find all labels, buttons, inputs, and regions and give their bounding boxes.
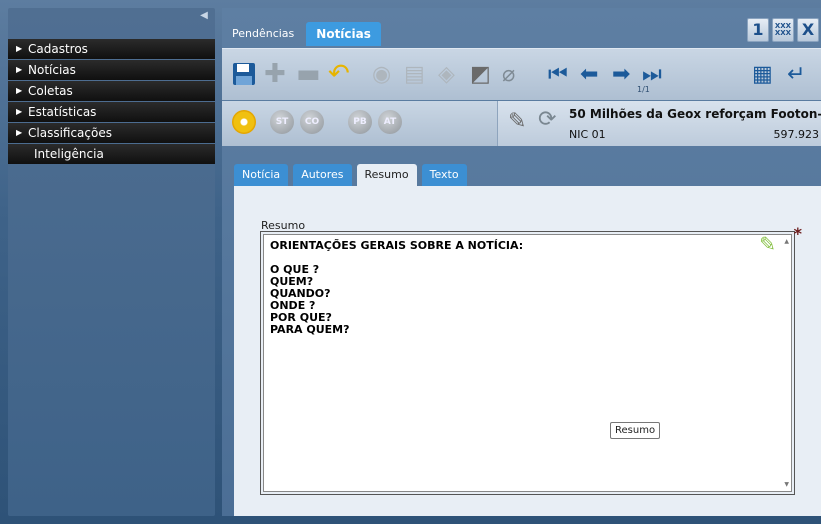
save-icon[interactable]	[232, 59, 256, 89]
sidebar-item-noticias[interactable]: ▶ Notícias	[8, 60, 215, 80]
refresh-icon[interactable]: ⟳	[538, 107, 556, 132]
grid-icon[interactable]: ▦	[752, 59, 773, 89]
chevron-right-icon: ▶	[16, 44, 23, 53]
chevron-right-icon: ▶	[16, 128, 23, 137]
sidebar-item-classificacoes[interactable]: ▶ Classificações	[8, 123, 215, 143]
sidebar-item-label: Classificações	[28, 126, 112, 140]
tab-pendencias[interactable]: Pendências	[222, 22, 304, 46]
scroll-up-arrow-icon[interactable]: ▲	[784, 238, 789, 245]
record-code: NIC 01	[569, 128, 606, 141]
sidebar-item-label: Coletas	[28, 84, 73, 98]
chevron-right-icon: ▶	[16, 107, 23, 116]
chevron-right-icon: ▶	[16, 65, 23, 74]
resumo-tooltip: Resumo	[610, 422, 661, 439]
tab-noticias[interactable]: Notícias	[306, 22, 381, 46]
resumo-panel: Resumo ORIENTAÇÕES GERAIS SOBRE A NOTÍCI…	[234, 186, 821, 516]
return-icon[interactable]: ↵	[787, 59, 805, 89]
remove-icon[interactable]: ▬	[296, 59, 321, 89]
note-icon[interactable]: ◈	[438, 59, 455, 89]
record-info-panel: ✎ ⟳ 50 Milhões da Geox reforçam Footon-S…	[497, 101, 821, 146]
main-panel: Pendências Notícias 1 XXX XXX X ✚ ▬ ↶ ◉ …	[222, 8, 821, 516]
required-asterisk-icon: *	[793, 224, 802, 243]
undo-icon[interactable]: ↶	[328, 59, 350, 89]
next-icon[interactable]: ➡	[612, 59, 630, 89]
collapse-sidebar-icon[interactable]: ◀	[197, 10, 211, 22]
tab-texto[interactable]: Texto	[421, 164, 467, 186]
chevron-right-icon: ▶	[16, 86, 23, 95]
resumo-textarea[interactable]: ORIENTAÇÕES GERAIS SOBRE A NOTÍCIA: O QU…	[260, 224, 802, 495]
page-indicator: 1/1	[637, 85, 650, 94]
one-button[interactable]: 1	[747, 18, 769, 42]
tab-resumo[interactable]: Resumo	[356, 164, 417, 186]
close-button[interactable]: X	[797, 18, 819, 42]
first-icon[interactable]: ⏮	[548, 59, 568, 89]
sidebar-item-estatisticas[interactable]: ▶ Estatísticas	[8, 102, 215, 122]
spellcheck-icon[interactable]: ▤	[404, 59, 425, 89]
edit-note-icon[interactable]: ✎	[759, 232, 776, 256]
sidebar-item-label: Inteligência	[34, 147, 104, 161]
sidebar-item-coletas[interactable]: ▶ Coletas	[8, 81, 215, 101]
sidebar-item-label: Estatísticas	[28, 105, 97, 119]
co-button[interactable]: CO	[300, 110, 324, 134]
export-icon[interactable]: ◩	[470, 59, 491, 89]
attach-icon[interactable]: ⌀	[502, 59, 515, 89]
record-title: 50 Milhões da Geox reforçam Footon-Serve…	[569, 107, 821, 121]
prev-icon[interactable]: ⬅	[580, 59, 598, 89]
tab-autores[interactable]: Autores	[293, 164, 352, 186]
st-button[interactable]: ST	[270, 110, 294, 134]
cd-icon[interactable]	[232, 110, 256, 134]
sidebar-item-label: Notícias	[28, 63, 76, 77]
status-toolbar: ST CO PB AT	[222, 101, 497, 146]
sidebar-menu: ▶ Cadastros ▶ Notícias ▶ Coletas ▶ Estat…	[8, 39, 215, 165]
record-number: 597.923	[773, 128, 820, 141]
sidebar-item-inteligencia[interactable]: Inteligência	[8, 144, 215, 164]
sidebar-item-label: Cadastros	[28, 42, 88, 56]
sidebar: ◀ ▶ Cadastros ▶ Notícias ▶ Coletas ▶ Est…	[8, 8, 215, 516]
top-tabs: Pendências Notícias	[222, 22, 383, 46]
tab-noticia[interactable]: Notícia	[234, 164, 289, 186]
pencil-icon[interactable]: ✎	[508, 109, 526, 134]
window-buttons: 1 XXX XXX X	[747, 18, 819, 42]
sub-tabs: Notícia Autores Resumo Texto	[234, 164, 467, 186]
preview-icon[interactable]: ◉	[372, 59, 391, 89]
scroll-down-arrow-icon[interactable]: ▼	[784, 481, 789, 488]
xxx-button[interactable]: XXX XXX	[772, 18, 794, 42]
pb-button[interactable]: PB	[348, 110, 372, 134]
main-toolbar: ✚ ▬ ↶ ◉ ▤ ◈ ◩ ⌀ ⏮ ⬅ ➡ ⏭ 1/1 ▦ ↵	[222, 48, 821, 100]
add-icon[interactable]: ✚	[264, 59, 286, 89]
sidebar-item-cadastros[interactable]: ▶ Cadastros	[8, 39, 215, 59]
resumo-text[interactable]: ORIENTAÇÕES GERAIS SOBRE A NOTÍCIA: O QU…	[270, 240, 523, 336]
at-button[interactable]: AT	[378, 110, 402, 134]
